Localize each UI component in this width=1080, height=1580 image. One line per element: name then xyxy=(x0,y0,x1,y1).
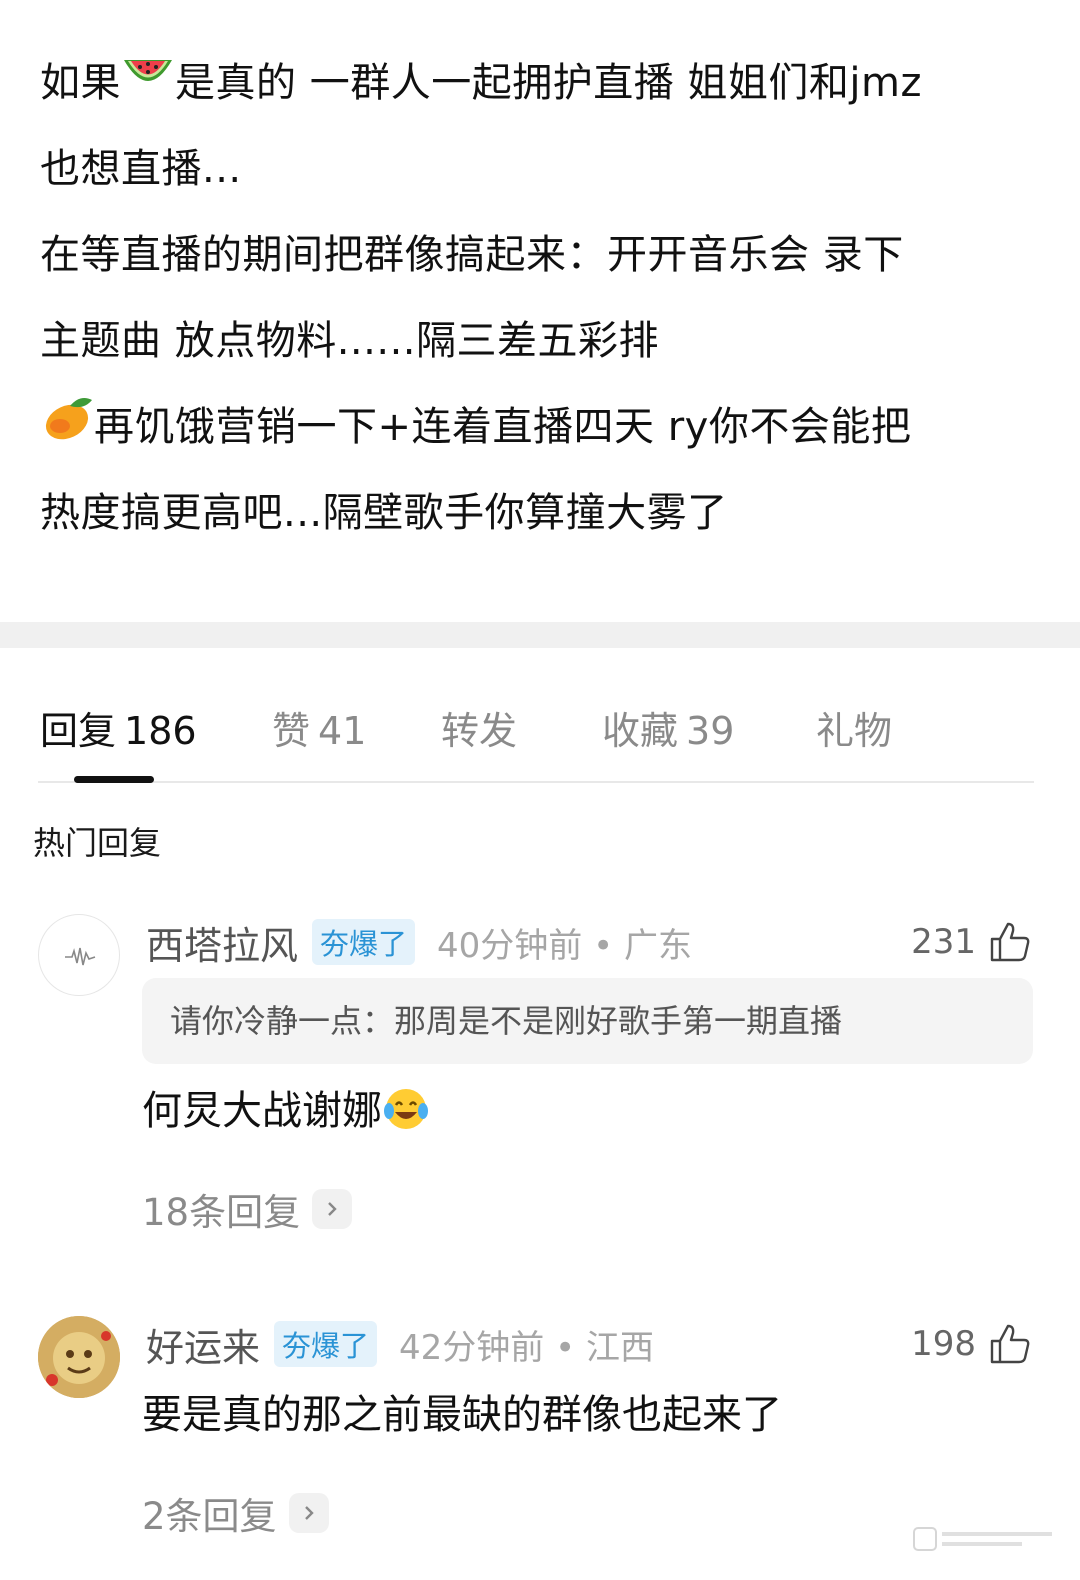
waveform-icon xyxy=(65,947,96,966)
chevron-right-icon xyxy=(312,1189,353,1229)
post-body: 如果 是真的 一群人一起拥护直播 姐姐们和jmz 也想直播... 在等直播的期间… xyxy=(40,40,1040,556)
user-badge: 夯爆了 xyxy=(274,1321,378,1367)
tab-divider xyxy=(38,781,1034,783)
comment-text: 要是真的那之前最缺的群像也起来了 xyxy=(142,1392,782,1438)
tab-forward[interactable]: 转发 xyxy=(441,700,517,755)
watermark-logo xyxy=(912,1524,1062,1558)
post-line: 主题曲 放点物料......隔三差五彩排 xyxy=(40,318,660,364)
thumbs-up-icon xyxy=(990,922,1030,962)
hot-replies-title: 热门回复 xyxy=(33,824,162,862)
watermelon-emoji xyxy=(121,42,175,128)
avatar[interactable] xyxy=(38,914,120,996)
like-button[interactable]: 198 xyxy=(911,1318,1032,1370)
comment-meta: 好运来 夯爆了 42分钟前 • 江西 xyxy=(146,1318,654,1370)
like-count: 231 xyxy=(911,922,976,962)
laughing-tears-emoji xyxy=(382,1085,430,1141)
avatar[interactable] xyxy=(38,1316,120,1398)
avatar-image xyxy=(38,1316,120,1398)
post-line: 也想直播... xyxy=(40,146,242,192)
active-tab-indicator xyxy=(74,776,154,783)
post-line: 在等直播的期间把群像搞起来：开开音乐会 录下 xyxy=(40,232,904,278)
quoted-comment[interactable]: 请你冷静一点：那周是不是刚好歌手第一期直播 xyxy=(142,978,1033,1064)
post-line: 热度搞更高吧...隔壁歌手你算撞大雾了 xyxy=(40,490,728,536)
tab-likes[interactable]: 赞 41 xyxy=(272,700,366,755)
post-line: 如果 是真的 一群人一起拥护直播 姐姐们和jmz xyxy=(40,40,1040,126)
comment-text: 何炅大战谢娜 xyxy=(142,1078,430,1141)
like-button[interactable]: 231 xyxy=(911,916,1032,968)
tab-bar: 回复 186 赞 41 转发 收藏 39 礼物 xyxy=(0,648,1080,782)
tab-gifts[interactable]: 礼物 xyxy=(816,700,892,755)
user-badge: 夯爆了 xyxy=(312,919,416,965)
view-replies-button[interactable]: 18条回复 xyxy=(142,1182,353,1236)
username[interactable]: 西塔拉风 xyxy=(146,915,298,970)
mango-emoji xyxy=(40,386,94,472)
time-location: 40分钟前 • 广东 xyxy=(437,925,692,966)
tab-favorites[interactable]: 收藏 39 xyxy=(602,700,734,755)
like-count: 198 xyxy=(911,1324,976,1364)
section-separator xyxy=(0,622,1080,648)
comment-meta: 西塔拉风 夯爆了 40分钟前 • 广东 xyxy=(146,916,692,968)
time-location: 42分钟前 • 江西 xyxy=(399,1327,654,1368)
post-line: 再饥饿营销一下+连着直播四天 ry你不会能把 xyxy=(40,384,1040,470)
tab-replies[interactable]: 回复 186 xyxy=(40,700,197,755)
thumbs-up-icon xyxy=(990,1324,1030,1364)
view-replies-button[interactable]: 2条回复 xyxy=(142,1486,329,1540)
chevron-right-icon xyxy=(288,1493,329,1533)
username[interactable]: 好运来 xyxy=(146,1317,260,1372)
